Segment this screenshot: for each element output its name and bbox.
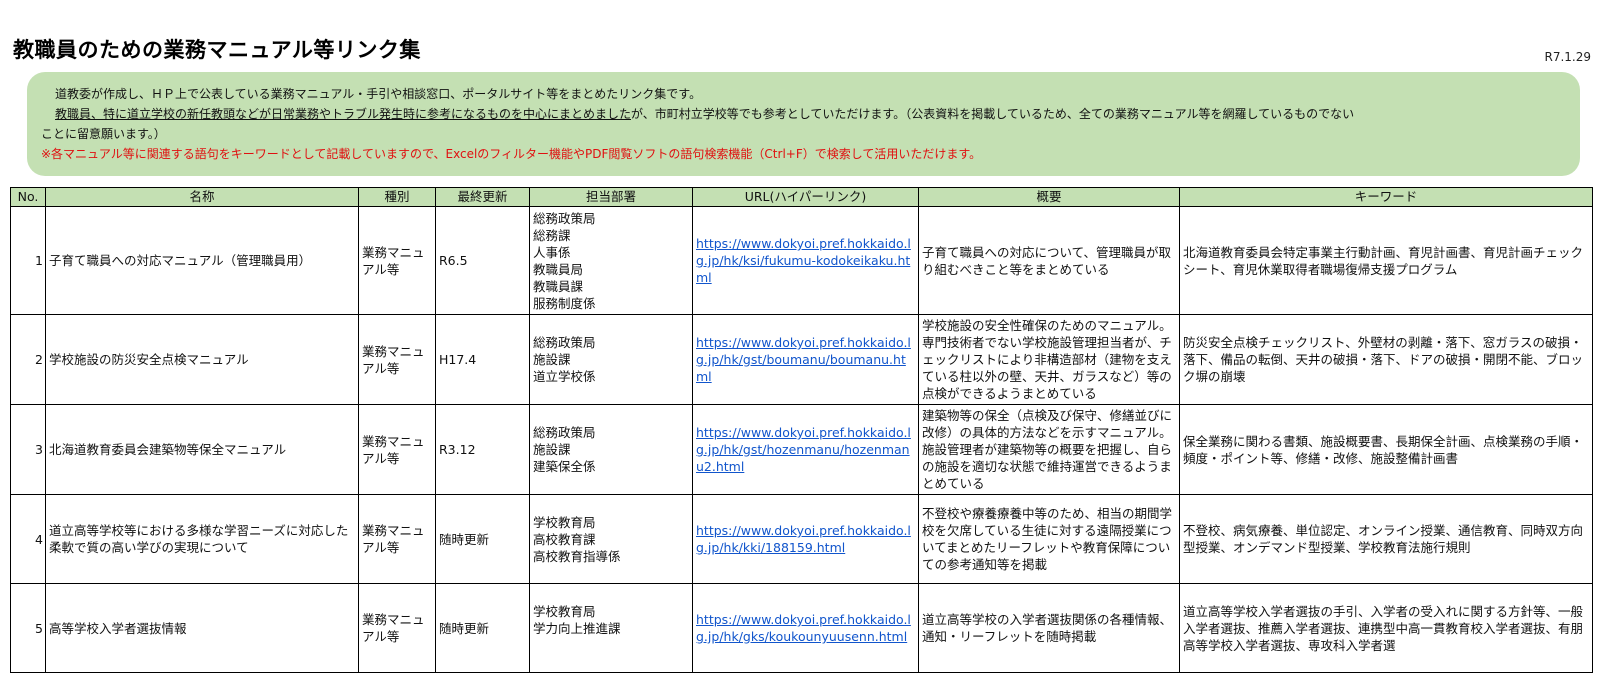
row-summary: 建築物等の保全（点検及び保守、修繕並びに改修）の具体的方法などを示すマニュアル。… <box>918 404 1180 495</box>
search-hint: ※各マニュアル等に関連する語句をキーワードとして記載していますので、Excelの… <box>41 147 982 161</box>
row-type: 業務マニュアル等 <box>358 494 436 584</box>
row-updated: R3.12 <box>435 404 530 495</box>
row-keywords: 北海道教育委員会特定事業主行動計画、育児計画書、育児計画チェックシート、育児休業… <box>1179 206 1593 315</box>
dept-line: 学校教育局 <box>533 514 596 530</box>
row-summary: 学校施設の安全性確保のためのマニュアル。専門技術者でない学校施設管理担当者が、チ… <box>918 314 1180 405</box>
row-no: 5 <box>10 583 46 673</box>
dept-line: 総務課 <box>533 227 571 243</box>
notice-line-2-rest: が、市町村立学校等でも参考としていただけます。（公表資料を掲載しているため、全て… <box>631 107 1355 121</box>
row-name: 北海道教育委員会建築物等保全マニュアル <box>45 404 359 495</box>
dept-line: 施設課 <box>533 442 571 457</box>
row-name: 学校施設の防災安全点検マニュアル <box>45 314 359 405</box>
table-row: 3 北海道教育委員会建築物等保全マニュアル 業務マニュアル等 R3.12 総務政… <box>10 404 1593 495</box>
notice-box: 道教委が作成し、ＨＰ上で公表している業務マニュアル・手引や相談窓口、ポータルサイ… <box>27 72 1580 176</box>
row-url: https://www.dokyoi.pref.hokkaido.lg.jp/h… <box>692 206 919 315</box>
row-type: 業務マニュアル等 <box>358 314 436 405</box>
row-dept: 総務政策局 施設課 建築保全係 <box>529 404 693 495</box>
col-header-keywords: キーワード <box>1179 187 1593 207</box>
row-no: 2 <box>10 314 46 405</box>
dept-line: 道立学校係 <box>533 369 596 384</box>
row-summary: 道立高等学校の入学者選抜関係の各種情報、通知・リーフレットを随時掲載 <box>918 583 1180 673</box>
dept-line: 服務制度係 <box>533 295 596 311</box>
row-url: https://www.dokyoi.pref.hokkaido.lg.jp/h… <box>692 494 919 584</box>
row-keywords: 保全業務に関わる書類、施設概要書、長期保全計画、点検業務の手順・頻度・ポイント等… <box>1179 404 1593 495</box>
url-link[interactable]: https://www.dokyoi.pref.hokkaido.lg.jp/h… <box>696 335 911 384</box>
row-no: 4 <box>10 494 46 584</box>
dept-line: 建築保全係 <box>533 459 596 474</box>
table-row: 4 道立高等学校等における多様な学習ニーズに対応した柔軟で質の高い学びの実現につ… <box>10 494 1593 584</box>
table-row: 1 子育て職員への対応マニュアル（管理職員用） 業務マニュアル等 R6.5 総務… <box>10 206 1593 315</box>
row-type: 業務マニュアル等 <box>358 206 436 315</box>
row-no: 3 <box>10 404 46 495</box>
url-link[interactable]: https://www.dokyoi.pref.hokkaido.lg.jp/h… <box>696 425 911 474</box>
row-dept: 学校教育局 高校教育課 高校教育指導係 <box>529 494 693 584</box>
col-header-url: URL(ハイパーリンク) <box>692 187 919 207</box>
col-header-dept: 担当部署 <box>529 187 693 207</box>
dept-line: 学校教育局 <box>533 603 596 619</box>
url-link[interactable]: https://www.dokyoi.pref.hokkaido.lg.jp/h… <box>696 523 911 555</box>
row-url: https://www.dokyoi.pref.hokkaido.lg.jp/h… <box>692 314 919 405</box>
dept-line: 総務政策局 <box>533 335 596 350</box>
row-url: https://www.dokyoi.pref.hokkaido.lg.jp/h… <box>692 583 919 673</box>
col-header-name: 名称 <box>45 187 359 207</box>
row-updated: H17.4 <box>435 314 530 405</box>
dept-line: 高校教育課 <box>533 531 596 547</box>
row-name: 高等学校入学者選抜情報 <box>45 583 359 673</box>
notice-underlined-text: 教職員、特に道立学校の新任教頭などが日常業務やトラブル発生時に参考になるものを中… <box>55 107 632 121</box>
dept-line: 教職員課 <box>533 278 584 294</box>
col-header-type: 種別 <box>358 187 436 207</box>
notice-line-1: 道教委が作成し、ＨＰ上で公表している業務マニュアル・手引や相談窓口、ポータルサイ… <box>55 87 702 101</box>
revision-date: R7.1.29 <box>1544 50 1591 64</box>
row-type: 業務マニュアル等 <box>358 583 436 673</box>
row-url: https://www.dokyoi.pref.hokkaido.lg.jp/h… <box>692 404 919 495</box>
row-summary: 子育て職員への対応について、管理職員が取り組むべきこと等をまとめている <box>918 206 1180 315</box>
col-header-no: No. <box>10 187 46 207</box>
notice-line-3: ことに留意願います。） <box>41 127 166 141</box>
header-row: No. 名称 種別 最終更新 担当部署 URL(ハイパーリンク) 概要 キーワー… <box>10 187 1593 207</box>
notice-line-2: 教職員、特に道立学校の新任教頭などが日常業務やトラブル発生時に参考になるものを中… <box>41 104 1566 124</box>
row-name: 道立高等学校等における多様な学習ニーズに対応した柔軟で質の高い学びの実現について <box>45 494 359 584</box>
url-link[interactable]: https://www.dokyoi.pref.hokkaido.lg.jp/h… <box>696 612 911 644</box>
row-updated: 随時更新 <box>435 583 530 673</box>
url-link[interactable]: https://www.dokyoi.pref.hokkaido.lg.jp/h… <box>696 236 911 285</box>
row-keywords: 防災安全点検チェックリスト、外壁材の剥離・落下、窓ガラスの破損・落下、備品の転倒… <box>1179 314 1593 405</box>
dept-line: 学力向上推進課 <box>533 620 621 636</box>
table-row: 2 学校施設の防災安全点検マニュアル 業務マニュアル等 H17.4 総務政策局 … <box>10 314 1593 405</box>
row-keywords: 不登校、病気療養、単位認定、オンライン授業、通信教育、同時双方向型授業、オンデマ… <box>1179 494 1593 584</box>
row-dept: 学校教育局 学力向上推進課 <box>529 583 693 673</box>
row-updated: 随時更新 <box>435 494 530 584</box>
row-dept: 総務政策局 施設課 道立学校係 <box>529 314 693 405</box>
table-row: 5 高等学校入学者選抜情報 業務マニュアル等 随時更新 学校教育局 学力向上推進… <box>10 583 1593 673</box>
dept-line <box>533 637 689 654</box>
page-title: 教職員のための業務マニュアル等リンク集 <box>13 38 421 62</box>
dept-line: 総務政策局 <box>533 425 596 440</box>
row-dept: 総務政策局 総務課 人事係 教職員局 教職員課 服務制度係 <box>529 206 693 315</box>
dept-line: 総務政策局 <box>533 210 596 226</box>
row-type: 業務マニュアル等 <box>358 404 436 495</box>
col-header-updated: 最終更新 <box>435 187 530 207</box>
row-updated: R6.5 <box>435 206 530 315</box>
dept-line: 人事係 <box>533 244 571 260</box>
row-name: 子育て職員への対応マニュアル（管理職員用） <box>45 206 359 315</box>
dept-line: 教職員局 <box>533 261 584 277</box>
dept-line: 高校教育指導係 <box>533 548 621 564</box>
row-summary: 不登校や療養療養中等のため、相当の期間学校を欠席している生徒に対する遠隔授業につ… <box>918 494 1180 584</box>
dept-line: 施設課 <box>533 352 571 367</box>
link-table: No. 名称 種別 最終更新 担当部署 URL(ハイパーリンク) 概要 キーワー… <box>10 187 1593 673</box>
col-header-summary: 概要 <box>918 187 1180 207</box>
row-no: 1 <box>10 206 46 315</box>
row-keywords: 道立高等学校入学者選抜の手引、入学者の受入れに関する方針等、一般入学者選抜、推薦… <box>1179 583 1593 673</box>
